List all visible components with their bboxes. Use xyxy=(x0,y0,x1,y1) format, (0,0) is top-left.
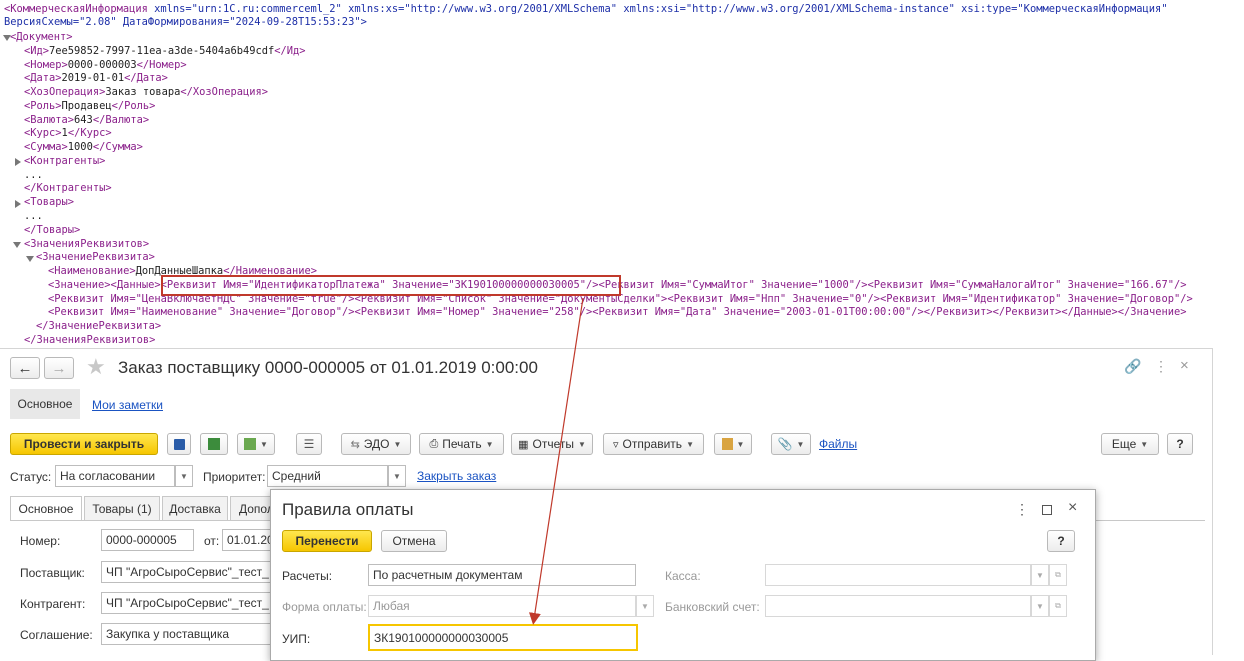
mapping-arrow xyxy=(528,297,584,625)
arrow-line xyxy=(528,297,584,625)
